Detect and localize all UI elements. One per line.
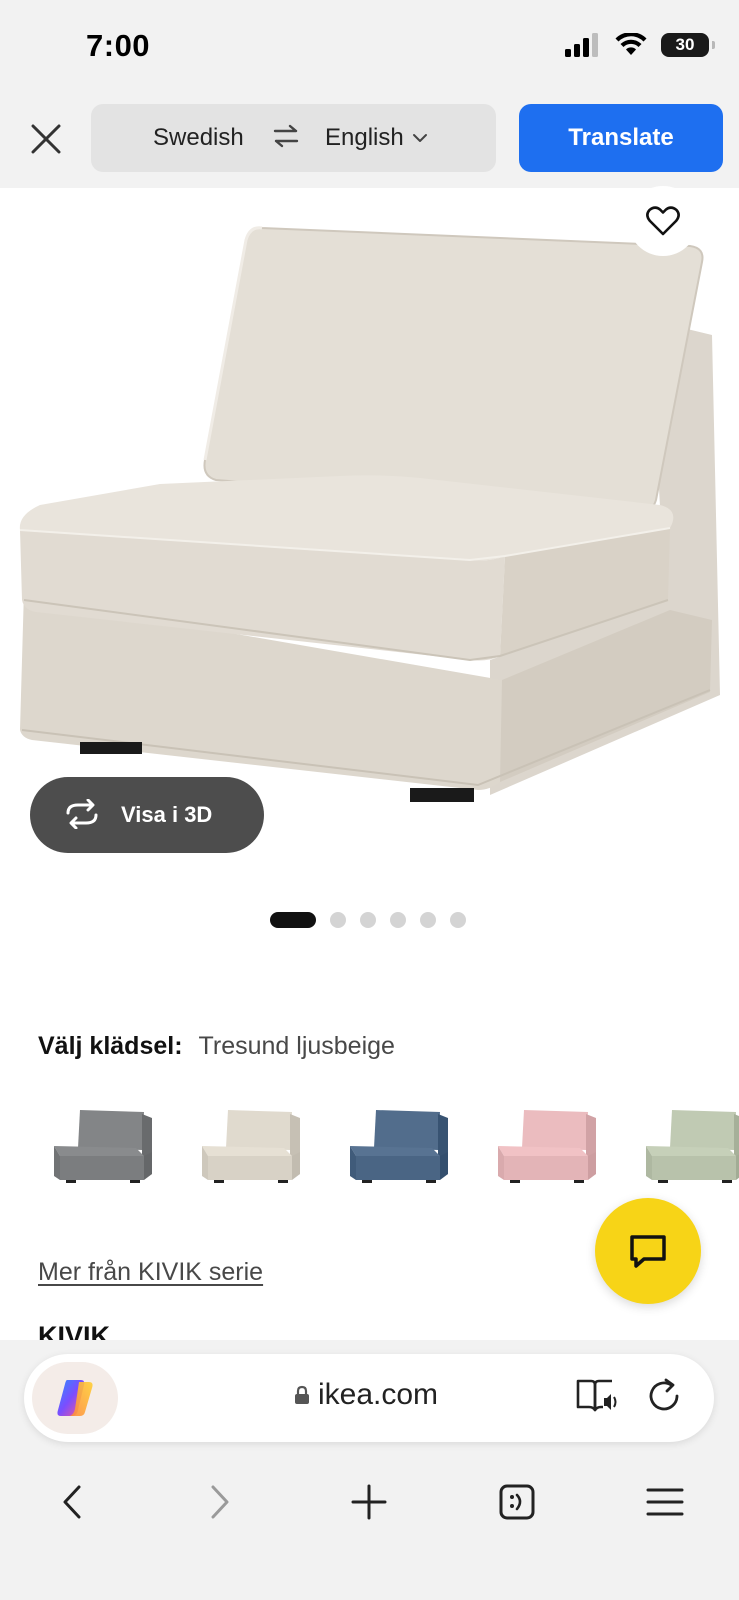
hamburger-menu-icon xyxy=(646,1488,684,1516)
copilot-button[interactable] xyxy=(32,1362,118,1434)
copilot-icon xyxy=(57,1380,93,1416)
tabs-button[interactable] xyxy=(487,1472,547,1532)
carousel-dot[interactable] xyxy=(360,912,376,928)
swap-languages-icon[interactable] xyxy=(273,124,299,148)
chat-button[interactable] xyxy=(595,1198,701,1304)
status-time: 7:00 xyxy=(86,28,151,63)
browser-toolbar: ikea.com xyxy=(0,1340,739,1600)
chevron-down-icon xyxy=(412,134,427,142)
armchair-swatch-icon xyxy=(54,1110,152,1183)
fabric-value: Tresund ljusbeige xyxy=(198,1032,395,1060)
armchair-swatch-icon xyxy=(202,1110,300,1183)
fabric-swatch[interactable] xyxy=(492,1100,620,1210)
fabric-swatch[interactable] xyxy=(640,1100,739,1210)
armchair-swatch-icon xyxy=(646,1110,739,1183)
fabric-swatch[interactable] xyxy=(196,1100,324,1210)
carousel-dot[interactable] xyxy=(330,912,346,928)
navigation-row xyxy=(0,1472,739,1532)
rotate-3d-icon xyxy=(66,799,98,829)
chevron-left-icon xyxy=(63,1485,81,1519)
chevron-right-icon xyxy=(211,1485,229,1519)
read-aloud-icon[interactable] xyxy=(575,1376,619,1416)
carousel-dot[interactable] xyxy=(450,912,466,928)
chat-bubble-icon xyxy=(630,1235,666,1268)
tabs-icon xyxy=(499,1484,535,1520)
carousel-dot[interactable] xyxy=(420,912,436,928)
fabric-label: Välj klädsel: xyxy=(38,1032,183,1060)
language-selector[interactable]: Swedish English xyxy=(91,104,496,172)
url-display[interactable]: ikea.com xyxy=(294,1378,438,1412)
back-button[interactable] xyxy=(42,1472,102,1532)
battery-icon: 30 xyxy=(661,33,715,57)
new-tab-button[interactable] xyxy=(339,1472,399,1532)
armchair-swatch-icon xyxy=(350,1110,448,1183)
series-link[interactable]: Mer från KIVIK serie xyxy=(38,1258,263,1287)
armchair-swatch-icon xyxy=(498,1110,596,1183)
carousel-indicator xyxy=(270,912,466,928)
target-language-dropdown[interactable]: English xyxy=(325,124,428,152)
source-language[interactable]: Swedish xyxy=(153,124,244,152)
address-bar[interactable]: ikea.com xyxy=(24,1354,714,1442)
product-name: KIVIK xyxy=(38,1321,111,1340)
carousel-dot-active[interactable] xyxy=(270,912,316,928)
forward-button[interactable] xyxy=(190,1472,250,1532)
carousel-dot[interactable] xyxy=(390,912,406,928)
close-icon xyxy=(31,124,61,154)
translate-bar: Swedish English Translate xyxy=(0,95,739,188)
plus-icon xyxy=(351,1484,387,1520)
translate-button[interactable]: Translate xyxy=(519,104,723,172)
fabric-swatch[interactable] xyxy=(344,1100,472,1210)
fabric-selection: Välj klädsel: Tresund ljusbeige xyxy=(38,1032,395,1061)
view-in-3d-label: Visa i 3D xyxy=(121,802,213,827)
reload-icon[interactable] xyxy=(644,1376,684,1416)
battery-level: 30 xyxy=(675,35,695,54)
view-in-3d-button[interactable]: Visa i 3D xyxy=(30,777,264,853)
wifi-icon xyxy=(615,33,647,55)
fabric-swatch[interactable] xyxy=(48,1100,176,1210)
menu-button[interactable] xyxy=(635,1472,695,1532)
target-language: English xyxy=(325,124,404,151)
status-icons: 30 xyxy=(565,33,715,57)
cellular-signal-icon xyxy=(565,33,598,57)
status-bar: 7:00 30 xyxy=(0,0,739,95)
url-text: ikea.com xyxy=(318,1378,439,1411)
favorite-button[interactable] xyxy=(628,186,698,256)
heart-icon xyxy=(646,206,680,236)
close-translate-button[interactable] xyxy=(24,117,68,161)
lock-icon xyxy=(295,1385,309,1404)
